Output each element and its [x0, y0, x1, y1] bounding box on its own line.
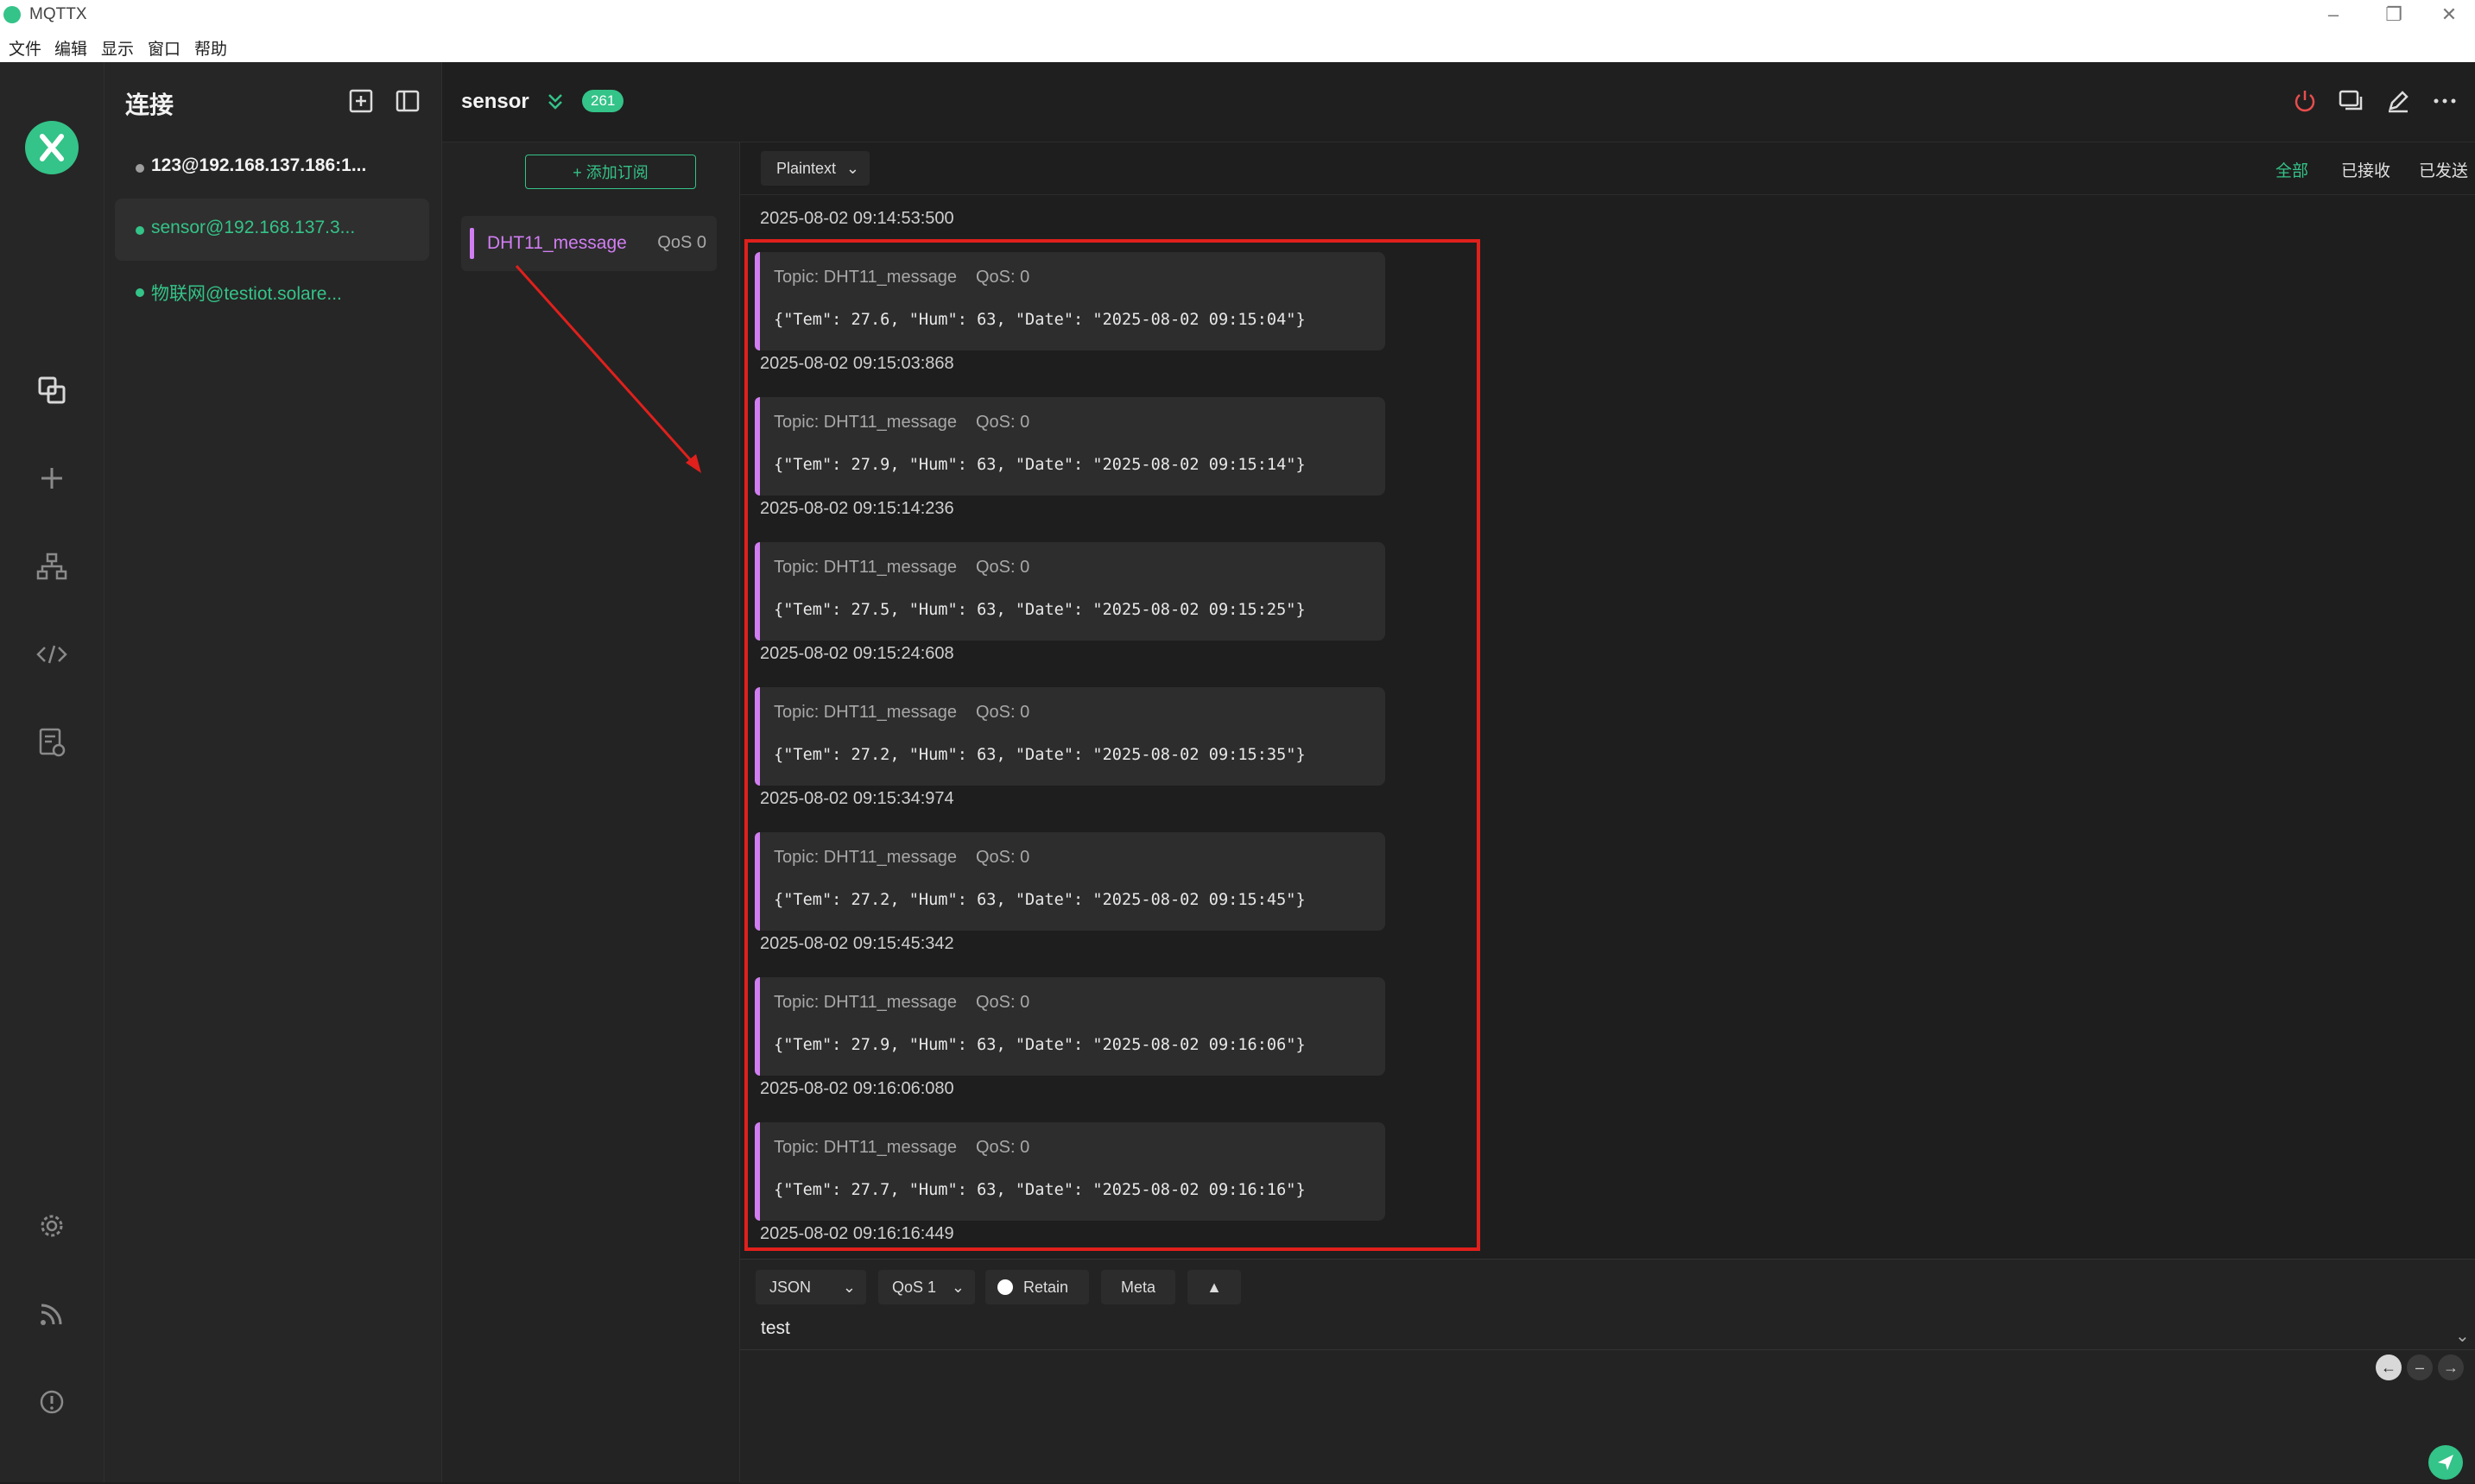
new-window-icon[interactable]	[2337, 86, 2366, 116]
new-folder-icon[interactable]	[348, 88, 374, 114]
history-forward-icon[interactable]: →	[2438, 1355, 2464, 1380]
chevron-down-icon[interactable]: ⌄	[2455, 1325, 2470, 1347]
filter-all[interactable]: 全部	[2276, 158, 2308, 181]
script-icon[interactable]	[33, 635, 71, 673]
window-titlebar: MQTTX – ❐ ✕	[0, 0, 2475, 29]
connection-name: sensor	[461, 90, 529, 113]
about-icon[interactable]	[33, 1383, 71, 1421]
menu-edit[interactable]: 编辑	[54, 36, 87, 60]
collapse-chevron-icon[interactable]	[542, 88, 568, 114]
subscription-qos: QoS 0	[657, 233, 706, 252]
payload-format-value: Plaintext	[776, 160, 837, 177]
subscription-topic: DHT11_message	[487, 233, 627, 253]
menu-file[interactable]: 文件	[9, 36, 41, 60]
status-dot	[136, 288, 144, 297]
publish-qos-value: QoS 1	[892, 1279, 937, 1296]
restore-icon[interactable]: ❐	[2368, 2, 2420, 28]
history-back-icon[interactable]: ←	[2376, 1355, 2402, 1380]
disconnect-icon[interactable]	[2290, 86, 2320, 116]
app-logo-icon	[3, 6, 21, 23]
menu-view[interactable]: 显示	[101, 36, 134, 60]
close-icon[interactable]: ✕	[2423, 2, 2475, 28]
publish-composer: JSON ⌄ QoS 1 ⌄ Retain Meta ▲ test ⌄ ← – …	[740, 1259, 2475, 1483]
connection-item[interactable]: 物联网@testiot.solare...	[115, 261, 429, 323]
publish-payload-input[interactable]: test	[761, 1318, 790, 1339]
new-connection-icon[interactable]	[33, 459, 71, 497]
filter-received[interactable]: 已接收	[2341, 158, 2390, 181]
status-dot	[136, 164, 144, 173]
send-icon	[2438, 1455, 2453, 1470]
filter-sent[interactable]: 已发送	[2419, 158, 2468, 181]
annotation-arrow	[515, 264, 701, 473]
edit-icon[interactable]	[2383, 86, 2413, 116]
chevron-down-icon: ⌄	[845, 160, 859, 177]
nav-rail	[0, 62, 104, 1482]
menu-bar: 文件 编辑 显示 窗口 帮助	[0, 29, 2475, 63]
topic-color-bar	[470, 228, 474, 259]
connection-item-active[interactable]: sensor@192.168.137.3...	[115, 199, 429, 261]
connection-label: sensor@192.168.137.3...	[151, 218, 356, 237]
payload-type-value: JSON	[769, 1279, 812, 1296]
add-subscription-label: 添加订阅	[586, 164, 649, 181]
collapse-panel-icon[interactable]	[395, 88, 421, 114]
connections-icon[interactable]	[33, 371, 71, 409]
menu-help[interactable]: 帮助	[194, 36, 227, 60]
plus-icon: +	[573, 164, 586, 181]
log-icon[interactable]	[33, 723, 71, 761]
status-dot	[136, 226, 144, 235]
message-toolbar: Plaintext ⌄ 全部 已接收 已发送	[740, 142, 2475, 195]
connection-item[interactable]: 123@192.168.137.186:1...	[115, 136, 429, 199]
divider	[740, 1349, 2475, 1350]
connections-heading: 连接	[125, 92, 174, 118]
expand-up-button[interactable]: ▲	[1187, 1270, 1241, 1304]
publish-qos-select[interactable]: QoS 1 ⌄	[878, 1270, 975, 1304]
connections-panel: 连接 123@192.168.137.186:1... sensor@192.1…	[104, 62, 442, 1482]
send-button[interactable]	[2428, 1445, 2463, 1480]
menu-window[interactable]: 窗口	[148, 36, 180, 60]
more-options-icon[interactable]	[2430, 86, 2459, 116]
message-count-badge: 261	[582, 90, 624, 112]
meta-button[interactable]: Meta	[1101, 1270, 1175, 1304]
mqttx-logo-icon	[25, 121, 79, 174]
caret-up-icon: ▲	[1206, 1279, 1222, 1296]
connection-label: 123@192.168.137.186:1...	[151, 155, 367, 175]
history-reset-icon[interactable]: –	[2407, 1355, 2433, 1380]
annotation-highlight-box	[744, 239, 1480, 1251]
connection-label: 物联网@testiot.solare...	[151, 284, 342, 304]
retain-toggle[interactable]: Retain	[985, 1270, 1089, 1304]
connection-header: sensor 261	[442, 62, 2475, 142]
retain-label: Retain	[1023, 1279, 1069, 1296]
feed-icon[interactable]	[33, 1295, 71, 1333]
payload-type-select[interactable]: JSON ⌄	[756, 1270, 866, 1304]
payload-format-select[interactable]: Plaintext ⌄	[761, 151, 870, 186]
window-title: MQTTX	[29, 5, 87, 23]
meta-label: Meta	[1120, 1279, 1156, 1296]
topology-icon[interactable]	[33, 547, 71, 585]
minimize-icon[interactable]: –	[2307, 2, 2359, 28]
chevron-down-icon: ⌄	[842, 1279, 856, 1296]
settings-icon[interactable]	[33, 1207, 71, 1245]
chevron-down-icon: ⌄	[951, 1279, 965, 1296]
add-subscription-button[interactable]: + 添加订阅	[525, 155, 696, 189]
retain-radio-icon	[997, 1279, 1013, 1295]
message-timestamp: 2025-08-02 09:14:53:500	[760, 209, 954, 228]
